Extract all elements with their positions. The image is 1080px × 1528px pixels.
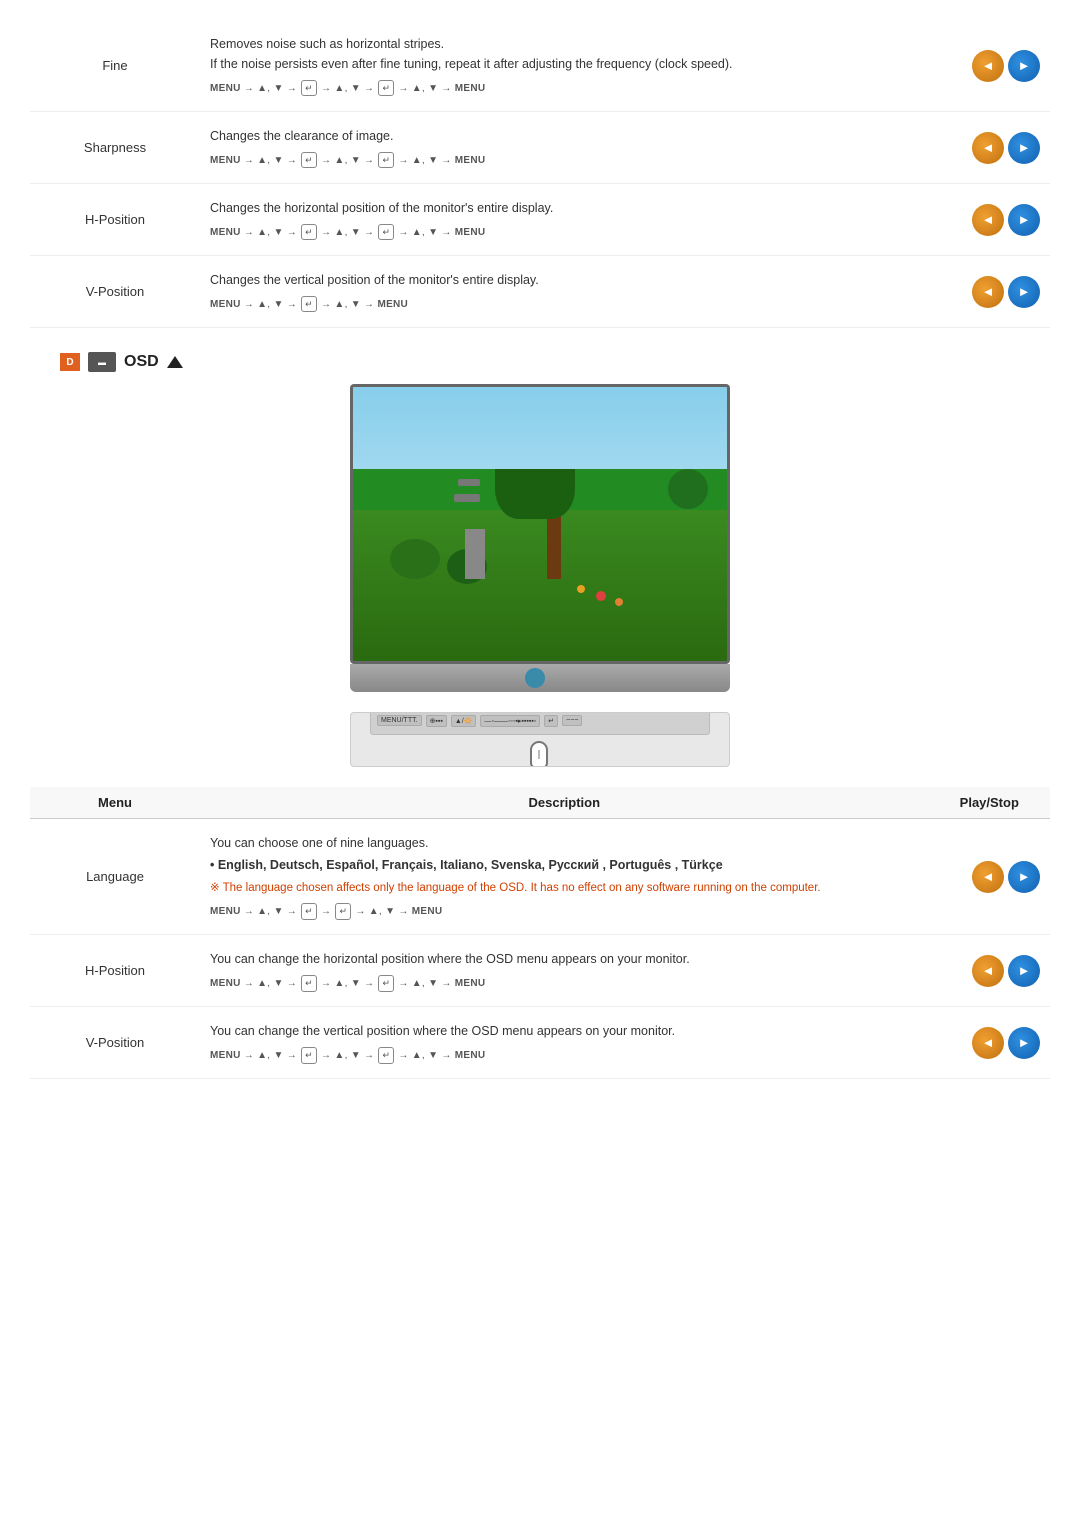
btn-pair: ◄ ►: [939, 50, 1040, 82]
row-btns: ◄ ►: [929, 184, 1050, 256]
row-label: Sharpness: [30, 112, 200, 184]
btn-pair: ◄ ►: [939, 861, 1040, 893]
osd-item-2: ⊕▪▪▪: [426, 715, 447, 727]
table-row: H-Position You can change the horizontal…: [30, 935, 1050, 1007]
prev-button[interactable]: ◄: [972, 132, 1004, 164]
row-desc: You can choose one of nine languages.• E…: [200, 819, 929, 935]
row-desc: Changes the clearance of image. MENU → ▲…: [200, 112, 929, 184]
col-desc-header: Description: [200, 787, 929, 819]
monitor-display: [30, 384, 1050, 692]
monitor-stand: [350, 664, 730, 692]
nav-path: MENU → ▲, ▼ → ↵ → ▲, ▼ → ↵ → ▲, ▼ → MENU: [210, 1047, 919, 1064]
row-btns: ◄ ►: [929, 20, 1050, 112]
prev-button[interactable]: ◄: [972, 50, 1004, 82]
next-button[interactable]: ►: [1008, 955, 1040, 987]
prev-button[interactable]: ◄: [972, 861, 1004, 893]
osd-d-icon: D: [60, 353, 80, 371]
next-button[interactable]: ►: [1008, 1027, 1040, 1059]
row-desc: You can change the horizontal position w…: [200, 935, 929, 1007]
monitor-screen: [350, 384, 730, 664]
osd-section-header: D ▬ OSD: [60, 352, 1050, 372]
osd-item-6: ~~~: [562, 715, 582, 726]
btn-pair: ◄ ►: [939, 955, 1040, 987]
row-btns: ◄ ►: [929, 256, 1050, 328]
monitor-button: [525, 668, 545, 688]
osd-item-5: ↵: [544, 715, 558, 727]
table-row: Language You can choose one of nine lang…: [30, 819, 1050, 935]
nav-path: MENU → ▲, ▼ → ↵ → ▲, ▼ → ↵ → ▲, ▼ → MENU: [210, 224, 919, 241]
row-btns: ◄ ►: [929, 1007, 1050, 1079]
table-row: Fine Removes noise such as horizontal st…: [30, 20, 1050, 112]
row-desc: Changes the horizontal position of the m…: [200, 184, 929, 256]
row-label: H-Position: [30, 935, 200, 1007]
osd-control-bar: MENU/TTT. ⊕▪▪▪ ▲/🔆 —◦——◦◦◦▪▸▪▪▪▪▪◦ ↵ ~~~: [350, 712, 730, 767]
osd-label: OSD: [124, 353, 159, 371]
nav-path: MENU → ▲, ▼ → ↵ → ▲, ▼ → ↵ → ▲, ▼ → MENU: [210, 80, 919, 97]
row-label: H-Position: [30, 184, 200, 256]
row-desc: Removes noise such as horizontal stripes…: [200, 20, 929, 112]
table-row: V-Position You can change the vertical p…: [30, 1007, 1050, 1079]
row-btns: ◄ ►: [929, 112, 1050, 184]
nav-path: MENU → ▲, ▼ → ↵ → ▲, ▼ → ↵ → ▲, ▼ → MENU: [210, 975, 919, 992]
prev-button[interactable]: ◄: [972, 276, 1004, 308]
col-menu-header: Menu: [30, 787, 200, 819]
col-playstop-header: Play/Stop: [929, 787, 1050, 819]
row-label: V-Position: [30, 1007, 200, 1079]
row-desc: You can change the vertical position whe…: [200, 1007, 929, 1079]
garden-scene: [353, 387, 727, 661]
table-row: H-Position Changes the horizontal positi…: [30, 184, 1050, 256]
next-button[interactable]: ►: [1008, 276, 1040, 308]
next-button[interactable]: ►: [1008, 50, 1040, 82]
osd-item-4: —◦——◦◦◦▪▸▪▪▪▪▪◦: [480, 715, 540, 727]
nav-path: MENU → ▲, ▼ → ↵ → ↵ → ▲, ▼ → MENU: [210, 903, 919, 920]
prev-button[interactable]: ◄: [972, 955, 1004, 987]
osd-monitor-icon: ▬: [88, 352, 116, 372]
row-desc: Changes the vertical position of the mon…: [200, 256, 929, 328]
osd-item-3: ▲/🔆: [451, 715, 477, 727]
btn-pair: ◄ ►: [939, 204, 1040, 236]
osd-menu-table: Menu Description Play/Stop Language You …: [30, 787, 1050, 1079]
btn-pair: ◄ ►: [939, 276, 1040, 308]
top-menu-table: Fine Removes noise such as horizontal st…: [30, 20, 1050, 328]
btn-pair: ◄ ►: [939, 1027, 1040, 1059]
btn-pair: ◄ ►: [939, 132, 1040, 164]
table-row: V-Position Changes the vertical position…: [30, 256, 1050, 328]
prev-button[interactable]: ◄: [972, 1027, 1004, 1059]
row-label: V-Position: [30, 256, 200, 328]
nav-path: MENU → ▲, ▼ → ↵ → ▲, ▼ → MENU: [210, 296, 919, 313]
prev-button[interactable]: ◄: [972, 204, 1004, 236]
row-label: Fine: [30, 20, 200, 112]
next-button[interactable]: ►: [1008, 861, 1040, 893]
osd-menu-item: MENU/TTT.: [377, 715, 422, 726]
next-button[interactable]: ►: [1008, 132, 1040, 164]
table-row: Sharpness Changes the clearance of image…: [30, 112, 1050, 184]
osd-triangle-icon: [167, 356, 183, 368]
nav-path: MENU → ▲, ▼ → ↵ → ▲, ▼ → ↵ → ▲, ▼ → MENU: [210, 152, 919, 169]
row-label: Language: [30, 819, 200, 935]
next-button[interactable]: ►: [1008, 204, 1040, 236]
row-btns: ◄ ►: [929, 935, 1050, 1007]
osd-bar-menu: MENU/TTT. ⊕▪▪▪ ▲/🔆 —◦——◦◦◦▪▸▪▪▪▪▪◦ ↵ ~~~: [370, 712, 710, 735]
row-btns: ◄ ►: [929, 819, 1050, 935]
